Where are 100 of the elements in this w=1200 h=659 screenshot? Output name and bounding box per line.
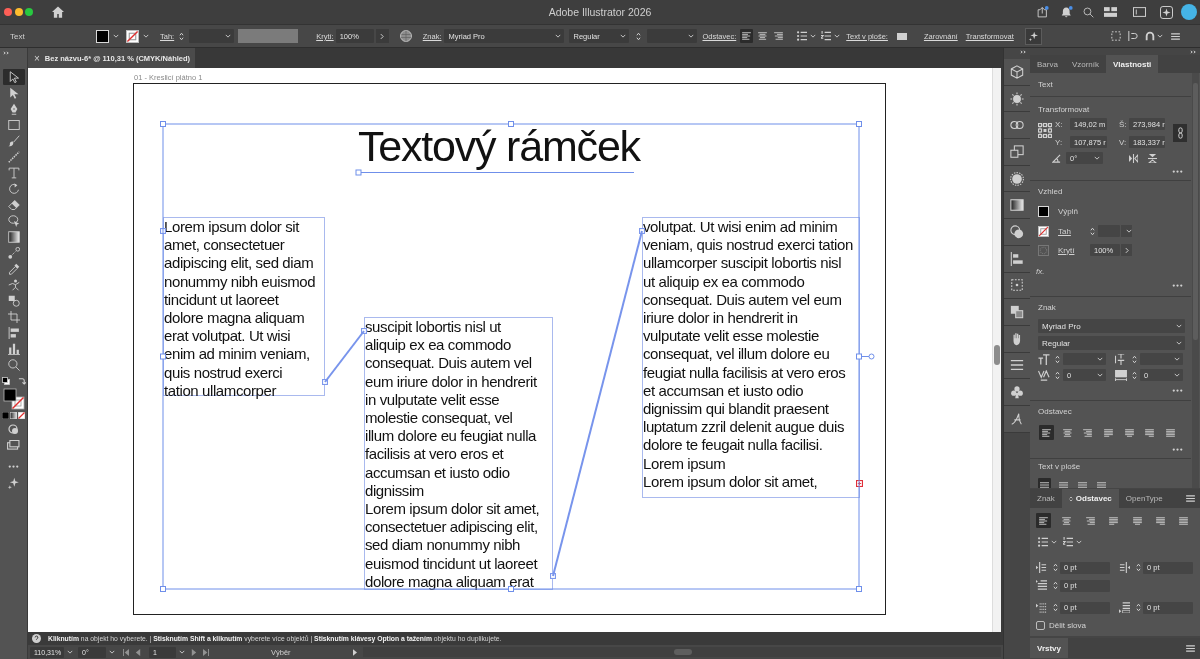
more-icon[interactable] <box>1172 448 1183 451</box>
panel-tab[interactable]: Barva <box>1030 55 1065 73</box>
overlapping-circles-icon[interactable] <box>8 424 19 435</box>
fill-swatch[interactable] <box>96 29 109 43</box>
avatar[interactable] <box>1181 4 1197 20</box>
slashed-swatch-icon[interactable] <box>18 412 25 419</box>
skip-forward-icon[interactable] <box>203 648 209 656</box>
globe-icon[interactable] <box>399 30 412 42</box>
caret-icon[interactable] <box>555 34 562 38</box>
maximize-button[interactable] <box>25 8 33 16</box>
help-icon[interactable] <box>32 634 41 643</box>
stepper-icon[interactable] <box>1053 603 1058 612</box>
sparkle-box-icon[interactable] <box>1160 5 1173 19</box>
stepper-icon[interactable] <box>1136 603 1141 612</box>
layout-icon[interactable] <box>1104 7 1117 17</box>
flip-horizontal-icon[interactable] <box>1129 153 1138 163</box>
solid-swatch-icon[interactable] <box>2 412 9 419</box>
minimize-button[interactable] <box>14 8 23 16</box>
caret-icon[interactable] <box>1174 373 1180 377</box>
fill-swatch[interactable] <box>1038 206 1049 217</box>
selection-bounding-box[interactable] <box>160 121 875 592</box>
stepper-icon[interactable] <box>179 31 185 41</box>
caret-icon[interactable] <box>1176 324 1182 328</box>
close-button[interactable] <box>4 8 12 16</box>
opacity-options-button[interactable] <box>375 29 389 43</box>
more-icon[interactable] <box>1172 284 1183 287</box>
caret-icon[interactable] <box>810 34 817 38</box>
cube-icon[interactable] <box>1010 64 1024 79</box>
align-left-button[interactable] <box>1036 513 1051 528</box>
gradient-swatch-icon[interactable] <box>10 412 17 419</box>
caret-icon[interactable] <box>109 650 115 654</box>
sun-icon[interactable] <box>1010 91 1024 106</box>
menu-icon[interactable] <box>1186 495 1195 502</box>
caret-icon[interactable] <box>1126 229 1132 233</box>
stepper-icon[interactable] <box>1055 354 1060 364</box>
flip-vertical-icon[interactable] <box>1148 153 1157 163</box>
caret-icon[interactable] <box>620 34 627 38</box>
overset-port-icon[interactable] <box>856 480 863 487</box>
hyphenation-checkbox[interactable] <box>1036 621 1045 630</box>
square-grid-icon[interactable] <box>1038 123 1052 138</box>
vertical-scrollbar[interactable] <box>1192 73 1199 488</box>
share-icon[interactable] <box>1037 6 1049 18</box>
panel-tab[interactable]: Znak <box>1030 489 1062 508</box>
out-port-icon[interactable] <box>550 573 556 579</box>
bell-icon[interactable] <box>1061 6 1073 18</box>
align-right-button[interactable] <box>772 29 786 43</box>
align-center-button[interactable] <box>756 29 770 43</box>
caret-icon[interactable] <box>1097 373 1103 377</box>
stepper-icon[interactable] <box>1136 563 1141 572</box>
sparkle-icon[interactable] <box>7 477 20 490</box>
caret-icon[interactable] <box>1176 341 1182 345</box>
more-icon[interactable] <box>8 465 19 468</box>
close-tab-button[interactable]: × <box>34 52 40 64</box>
panel-tab[interactable]: Odstavec <box>1061 489 1119 508</box>
caret-icon[interactable] <box>1051 540 1057 544</box>
stroke-swatch[interactable] <box>1038 225 1049 237</box>
more-icon[interactable] <box>1172 389 1183 392</box>
caret-icon[interactable] <box>834 34 841 38</box>
stepper-icon[interactable] <box>636 31 642 41</box>
stepper-icon[interactable] <box>1053 581 1058 590</box>
numbered-list-icon[interactable] <box>1063 537 1073 547</box>
gradient-icon[interactable] <box>1010 198 1024 213</box>
stepper-icon[interactable] <box>1132 370 1137 380</box>
stepper-icon[interactable] <box>1055 370 1060 380</box>
search-icon[interactable] <box>1083 6 1094 18</box>
lines-icon[interactable] <box>1010 358 1024 373</box>
curved-arrow-icon[interactable] <box>17 377 26 385</box>
caret-icon[interactable] <box>688 34 695 38</box>
panel-tab[interactable]: Vrstvy <box>1030 638 1069 658</box>
stepper-icon[interactable] <box>1132 354 1137 364</box>
sphere-icon[interactable] <box>1010 171 1024 186</box>
caret-icon[interactable] <box>1174 357 1180 361</box>
caret-icon[interactable] <box>67 650 73 654</box>
skip-back-icon[interactable] <box>123 648 129 656</box>
caret-icon[interactable] <box>1076 540 1082 544</box>
font-dropdown[interactable]: Myriad Pro <box>1038 319 1185 333</box>
overlapping-squares-icon[interactable] <box>1010 144 1024 159</box>
effects-button[interactable]: fx. <box>1036 267 1045 276</box>
bullet-list-icon[interactable] <box>797 31 808 41</box>
font-style-dropdown[interactable]: Regular <box>1038 336 1185 350</box>
dotted-circle-icon[interactable] <box>1038 244 1049 256</box>
stroke-profile-field[interactable] <box>238 29 299 43</box>
panel-tab[interactable]: Vlastnosti <box>1106 55 1159 73</box>
align-left-icon[interactable] <box>1010 251 1024 266</box>
script-icon[interactable] <box>1010 411 1024 426</box>
caret-icon[interactable] <box>143 34 149 38</box>
align-left-button[interactable] <box>1039 425 1054 440</box>
align-left-button[interactable] <box>740 29 754 43</box>
dotted-square-icon[interactable] <box>1010 278 1024 293</box>
numbered-list-icon[interactable] <box>821 31 832 41</box>
triangle-right-icon[interactable] <box>191 648 197 656</box>
in-port-icon[interactable] <box>639 228 645 234</box>
opacity-link[interactable]: Krytí <box>1058 245 1079 255</box>
menu-icon[interactable] <box>1186 644 1195 652</box>
caret-icon[interactable] <box>1094 156 1100 160</box>
filled-rectangle-icon[interactable] <box>896 31 907 41</box>
caret-icon[interactable] <box>113 34 119 38</box>
caret-icon[interactable] <box>225 34 232 38</box>
stroke-swatch[interactable] <box>126 29 139 43</box>
dashed-square-icon[interactable] <box>1110 31 1121 41</box>
